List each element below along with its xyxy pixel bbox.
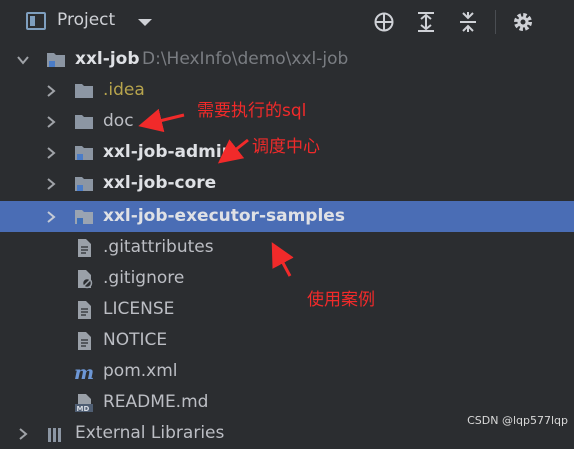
chevron-right-icon[interactable] (44, 115, 58, 129)
tree-item-pom-xml[interactable]: m pom.xml (0, 356, 574, 387)
tree-item-label: External Libraries (75, 423, 225, 443)
chevron-right-icon[interactable] (44, 146, 58, 160)
svg-text:m: m (74, 362, 94, 382)
tree-item-xxl-job-core[interactable]: xxl-job-core (0, 168, 574, 199)
libraries-icon (48, 428, 61, 442)
chevron-right-icon[interactable] (16, 427, 30, 441)
project-toolbar: Project (0, 0, 574, 44)
tree-item-license[interactable]: LICENSE (0, 294, 574, 325)
tree-item-label: xxl-job-core (103, 173, 217, 193)
tree-item-label: .idea (103, 80, 145, 100)
maven-icon: m (74, 362, 94, 382)
tree-item-notice[interactable]: NOTICE (0, 325, 574, 356)
tree-item-label: LICENSE (103, 299, 175, 319)
annotation-sql: 需要执行的sql (197, 101, 307, 121)
tree-item-label: .gitignore (103, 268, 185, 288)
tree-root-path: D:\HexInfo\demo\xxl-job (142, 49, 349, 69)
annotation-admin: 调度中心 (252, 137, 320, 157)
tree-root-label: xxl-job (75, 49, 140, 69)
tree-item-label: xxl-job-executor-samples (103, 206, 345, 226)
collapse-all-icon[interactable] (456, 10, 480, 34)
module-folder-icon (75, 146, 93, 160)
settings-icon[interactable] (511, 10, 535, 34)
tree-item-label: .gitattributes (103, 237, 214, 257)
tree-item-label: xxl-job-admin (103, 142, 234, 162)
tree-item-label: doc (103, 111, 134, 131)
tree-item-label: pom.xml (103, 361, 178, 381)
tree-item-label: README.md (103, 392, 209, 412)
project-title[interactable]: Project (57, 10, 115, 30)
tree-item-xxl-job-executor-samples[interactable]: xxl-job-executor-samples (0, 201, 574, 232)
ignored-file-icon (78, 270, 93, 289)
watermark: CSDN @lqp577lqp (467, 414, 568, 427)
tree-item-label: NOTICE (103, 330, 168, 350)
expand-all-icon[interactable] (414, 10, 438, 34)
locate-icon[interactable] (372, 10, 396, 34)
module-folder-icon (47, 53, 65, 67)
text-file-icon (78, 301, 91, 319)
chevron-right-icon[interactable] (44, 210, 58, 224)
tree-root-xxl-job[interactable]: xxl-job D:\HexInfo\demo\xxl-job (0, 44, 574, 75)
text-file-icon (78, 332, 91, 350)
dropdown-arrow-icon[interactable] (134, 12, 156, 32)
module-folder-icon (75, 210, 93, 224)
tree-item-gitignore[interactable]: .gitignore (0, 263, 574, 294)
tree-item-gitattributes[interactable]: .gitattributes (0, 232, 574, 263)
chevron-down-icon[interactable] (16, 53, 30, 67)
svg-text:MD: MD (77, 405, 90, 413)
toolbar-separator (495, 10, 496, 34)
project-view-icon[interactable] (26, 12, 46, 30)
markdown-file-icon: MD (75, 394, 93, 413)
module-folder-icon (75, 177, 93, 191)
chevron-right-icon[interactable] (44, 177, 58, 191)
chevron-right-icon[interactable] (44, 84, 58, 98)
folder-icon (75, 115, 93, 129)
folder-icon (75, 84, 93, 98)
text-file-icon (78, 239, 91, 257)
annotation-samples: 使用案例 (307, 290, 375, 310)
